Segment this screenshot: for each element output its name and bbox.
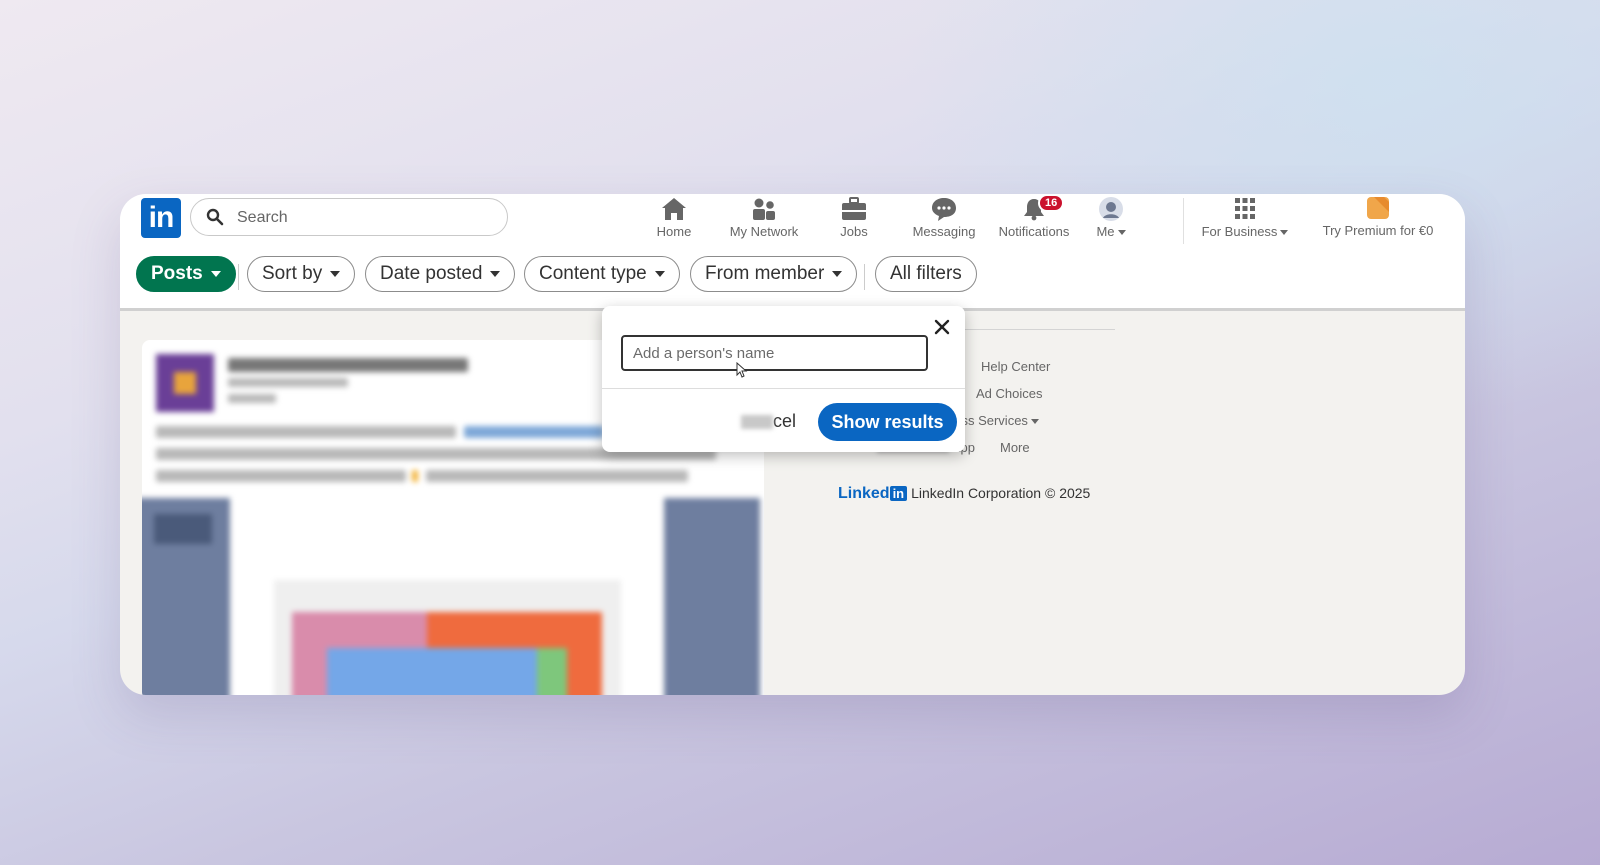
filter-date-posted[interactable]: Date posted [365,256,516,292]
nav-my-network-label: My Network [729,224,799,239]
nav-notifications-label: Notifications [998,224,1070,239]
filter-all-filters[interactable]: All filters [875,256,977,292]
post-author [228,358,468,372]
nav-divider [1183,198,1184,244]
chevron-down-icon [1280,230,1289,236]
avatar [1099,197,1123,221]
footer-brand: Linked in LinkedIn Corporation © 2025 [838,485,1090,503]
person-name-input[interactable] [621,335,928,371]
search-icon [206,208,224,226]
home-icon [662,198,686,220]
top-nav: in Home My Network [120,194,1465,248]
media-side [664,498,760,695]
chevron-down-icon [210,270,221,277]
footer-copyright: LinkedIn Corporation © 2025 [911,485,1091,501]
footer-logo-text: Linked [838,485,890,502]
post-text-line [156,470,406,482]
post-text-line [156,426,456,438]
close-icon[interactable] [931,316,953,338]
network-icon [753,198,775,220]
filter-posts[interactable]: Posts [136,256,236,292]
filter-separator [238,264,239,290]
nav-home[interactable]: Home [626,194,722,248]
mouse-cursor-icon [736,362,748,378]
chevron-down-icon [1117,230,1126,236]
nav-messaging-label: Messaging [912,224,976,239]
nav-try-premium[interactable]: Try Premium for €0 [1308,194,1448,248]
filter-content-type[interactable]: Content type [524,256,680,292]
nav-for-business-label: For Business [1195,224,1295,239]
footer-logo-in: in [889,486,908,501]
filter-separator [864,264,865,290]
chevron-down-icon [654,270,665,277]
post-text-line [426,470,688,482]
filter-sort-by[interactable]: Sort by [247,256,356,292]
media-chart [292,612,602,695]
from-member-popover: cel Show results [602,306,965,452]
nav-my-network[interactable]: My Network [716,194,812,248]
notification-badge: 16 [1038,194,1065,212]
footer-link-more[interactable]: More [1000,440,1030,455]
browser-window: in Home My Network [120,194,1465,695]
nav-for-business[interactable]: For Business [1195,194,1295,248]
messaging-icon [932,198,956,221]
nav-jobs[interactable]: Jobs [806,194,902,248]
post-text-link [464,426,604,438]
linkedin-logo[interactable]: in [141,198,181,238]
show-results-button[interactable]: Show results [818,403,957,441]
nav-jobs-label: Jobs [840,224,868,239]
post-emoji [412,470,418,482]
post-time [228,394,276,403]
chevron-down-icon [832,270,843,277]
cancel-button[interactable]: cel [741,411,796,432]
footer-link-ad-choices[interactable]: Ad Choices [976,386,1042,401]
cancel-obscured [741,415,773,430]
search-filter-bar: Posts Sort by Date posted Content type F… [120,248,1465,311]
nav-try-premium-label: Try Premium for €0 [1322,223,1434,238]
nav-home-label: Home [656,224,692,239]
nav-me-label: Me [1076,224,1146,239]
search-bar[interactable] [190,198,508,236]
company-logo [156,354,214,412]
chevron-down-icon [490,270,501,277]
grid-icon [1235,198,1255,219]
popover-divider [602,388,965,389]
briefcase-icon [842,197,866,220]
nav-notifications[interactable]: 16 Notifications [986,194,1082,248]
chevron-down-icon [330,270,341,277]
nav-messaging[interactable]: Messaging [896,194,992,248]
media-side [142,498,230,695]
post-subtitle [228,378,348,387]
nav-me[interactable]: Me [1076,194,1146,248]
premium-icon [1367,197,1389,219]
filter-from-member[interactable]: From member [690,256,858,292]
search-input[interactable] [235,207,489,229]
footer-link-help-center[interactable]: Help Center [981,359,1050,374]
post-media [142,498,764,695]
chevron-down-icon [1030,419,1039,425]
